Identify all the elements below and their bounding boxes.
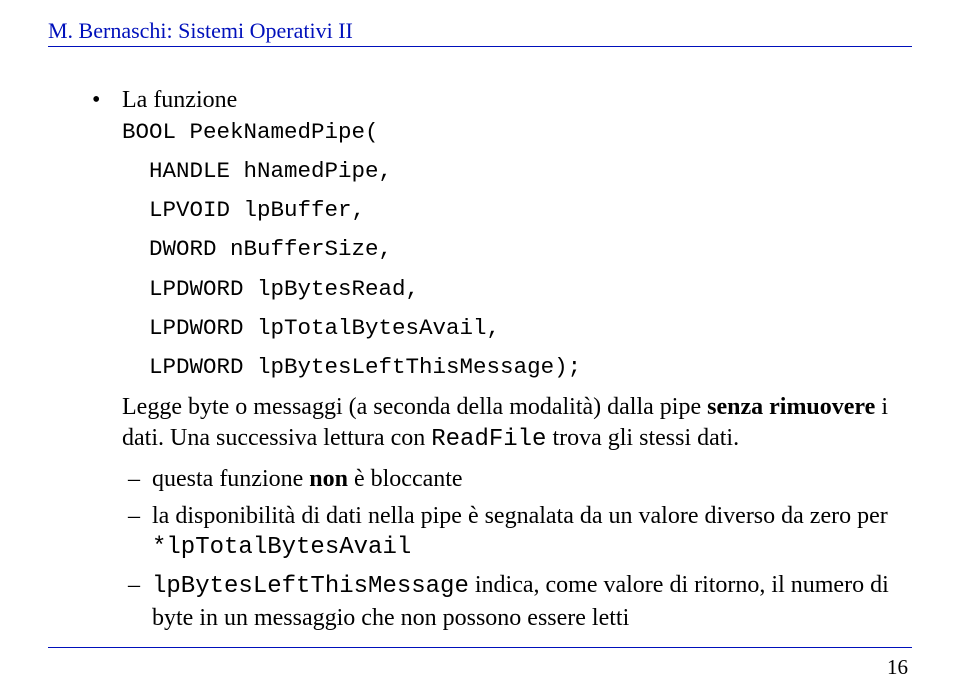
para1-bold: senza rimuovere: [707, 394, 875, 420]
code-line-2: HANDLE hNamedPipe,: [122, 157, 912, 186]
slide-content: • La funzione BOOL PeekNamedPipe( HANDLE…: [48, 85, 912, 640]
page-number: 16: [887, 655, 908, 680]
para1-tt: ReadFile: [431, 426, 546, 453]
code-line-5: LPDWORD lpBytesRead,: [122, 275, 912, 304]
sub-item-2: – la disponibilità di dati nella pipe è …: [122, 501, 912, 564]
code-line-3: LPVOID lpBuffer,: [122, 196, 912, 225]
sub3-tt: lpBytesLeftThisMessage: [152, 573, 469, 600]
sub1-bold: non: [309, 466, 348, 492]
sub2-tt: *lpTotalBytesAvail: [152, 534, 411, 561]
para1-part-c: trova gli stessi dati.: [546, 425, 739, 451]
sub1-b: è bloccante: [348, 466, 463, 492]
bullet-marker: •: [92, 85, 122, 640]
bullet-item: • La funzione BOOL PeekNamedPipe( HANDLE…: [92, 85, 912, 640]
dash-marker: –: [122, 464, 152, 495]
sublist: – questa funzione non è bloccante – la d…: [122, 464, 912, 634]
bullet-lead-text: La funzione: [122, 85, 912, 116]
page-header: M. Bernaschi: Sistemi Operativi II: [48, 18, 912, 47]
sub2-a: la disponibilità di dati nella pipe è se…: [152, 503, 888, 529]
para1-part-a: Legge byte o messaggi (a seconda della m…: [122, 394, 707, 420]
sub-item-1: – questa funzione non è bloccante: [122, 464, 912, 495]
sub1-a: questa funzione: [152, 466, 309, 492]
sub-item-3: – lpBytesLeftThisMessage indica, come va…: [122, 570, 912, 633]
code-line-1: BOOL PeekNamedPipe(: [122, 118, 912, 147]
dash-marker: –: [122, 501, 152, 564]
code-line-4: DWORD nBufferSize,: [122, 235, 912, 264]
code-line-7: LPDWORD lpBytesLeftThisMessage);: [122, 353, 912, 382]
code-line-6: LPDWORD lpTotalBytesAvail,: [122, 314, 912, 343]
footer-rule: [48, 647, 912, 648]
paragraph-1: Legge byte o messaggi (a seconda della m…: [122, 392, 912, 455]
dash-marker: –: [122, 570, 152, 633]
